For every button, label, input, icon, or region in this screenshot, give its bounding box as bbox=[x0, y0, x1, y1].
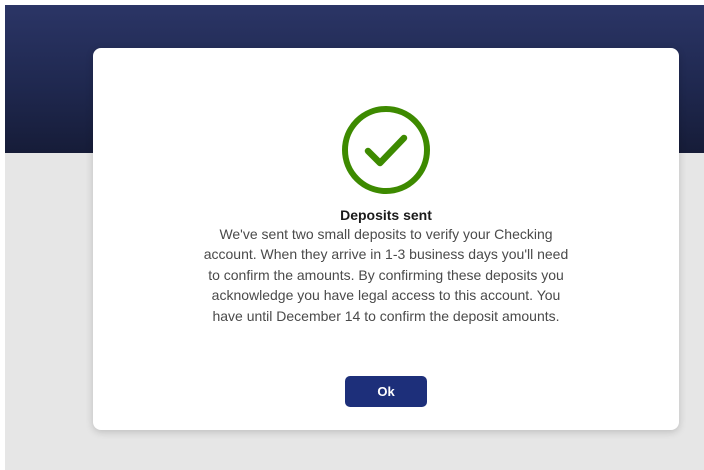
ok-button[interactable]: Ok bbox=[345, 376, 427, 407]
dialog-title: Deposits sent bbox=[340, 207, 432, 223]
deposits-sent-dialog: Deposits sent We've sent two small depos… bbox=[93, 48, 679, 430]
check-circle-icon bbox=[342, 106, 430, 194]
dialog-message: We've sent two small deposits to verify … bbox=[203, 226, 569, 324]
